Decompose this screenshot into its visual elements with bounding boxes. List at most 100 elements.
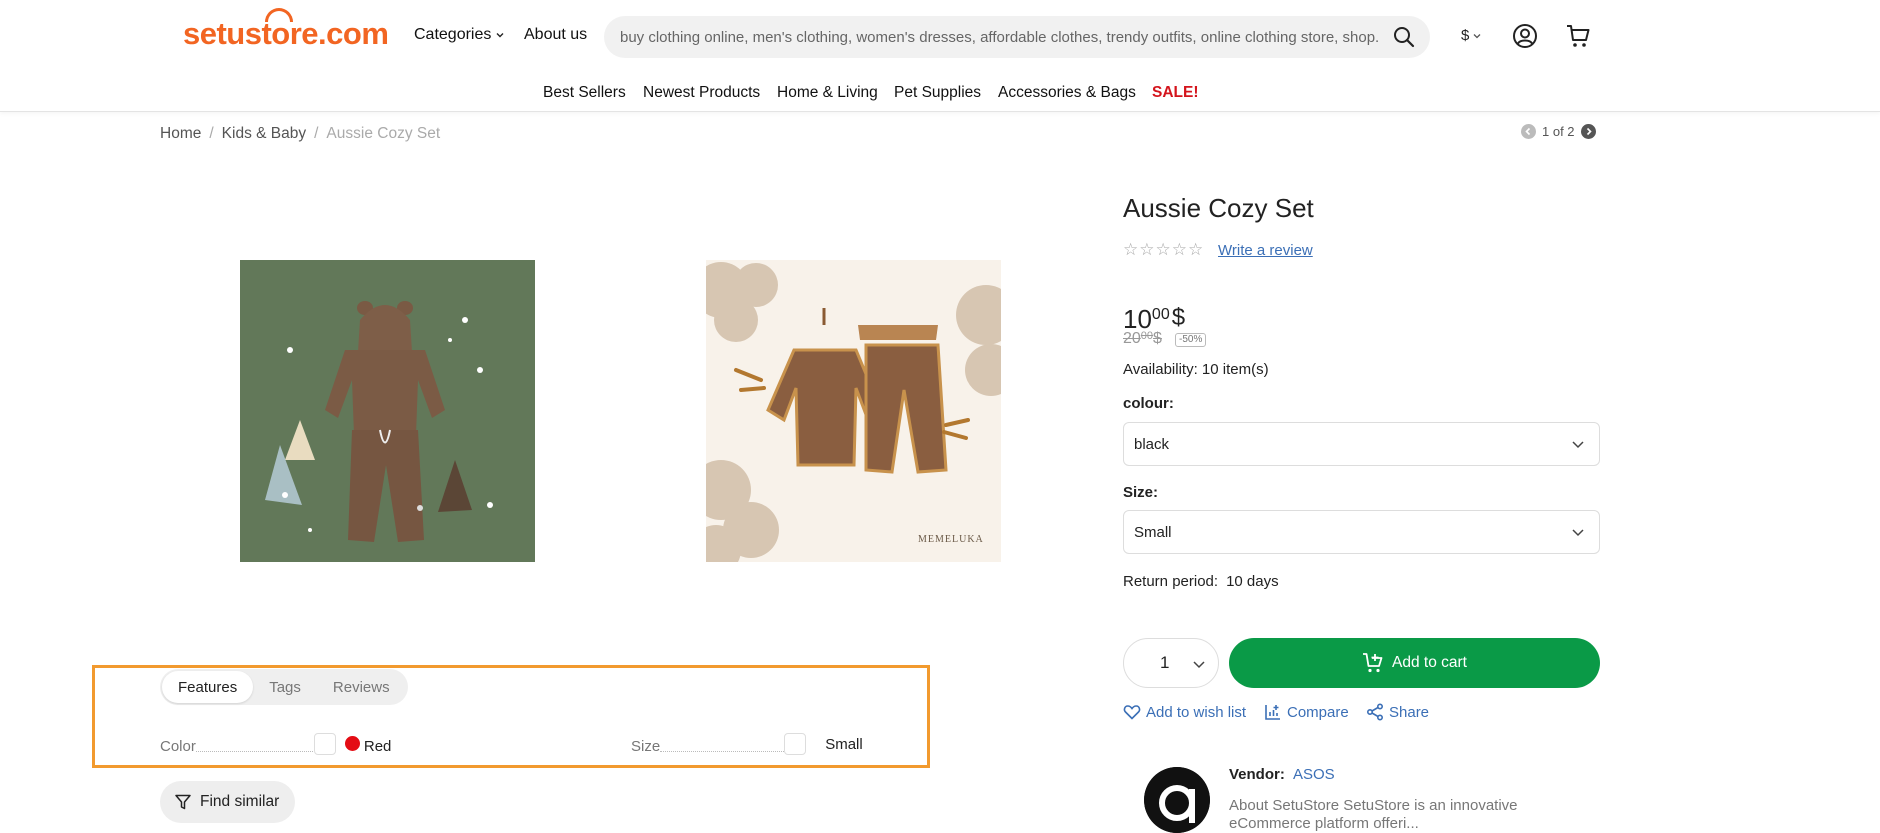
search-input[interactable] (620, 28, 1380, 46)
add-to-cart-button[interactable]: Add to cart (1229, 638, 1600, 688)
cart-icon[interactable] (1564, 22, 1592, 50)
compare-chart-icon (1265, 705, 1280, 720)
feature-color-label: Color (160, 738, 196, 755)
price-currency: $ (1171, 304, 1186, 331)
share-label: Share (1389, 703, 1430, 721)
site-logo[interactable]: setustore.com (183, 8, 389, 60)
vendor-about-line-2: eCommerce platform offeri... (1229, 815, 1419, 832)
chevron-down-icon (1473, 33, 1481, 38)
image-brand-text: MEMELUKA (918, 534, 984, 545)
logo-cart-handle-icon (265, 8, 293, 22)
feature-size-checkbox[interactable] (784, 733, 807, 755)
filter-icon (175, 794, 191, 810)
nav-best-sellers[interactable]: Best Sellers (543, 84, 626, 102)
colour-select[interactable]: black (1123, 422, 1600, 466)
categories-menu[interactable]: Categories (414, 26, 505, 44)
categories-label: Categories (414, 26, 492, 43)
chevron-down-icon (1572, 529, 1584, 537)
tab-reviews[interactable]: Reviews (317, 671, 406, 703)
compare-label: Compare (1287, 703, 1349, 721)
about-us-label: About us (524, 26, 588, 43)
share-link[interactable]: Share (1366, 703, 1429, 721)
rating-stars: ☆ ☆ ☆ ☆ ☆ (1123, 240, 1203, 260)
nav-pet-supplies[interactable]: Pet Supplies (894, 84, 981, 102)
product-image-1[interactable] (240, 260, 535, 562)
vendor-label: Vendor: (1229, 766, 1285, 783)
share-icon (1366, 703, 1384, 721)
write-review-link[interactable]: Write a review (1218, 242, 1313, 259)
quantity-value: 1 (1160, 653, 1170, 672)
old-price-decimal: 00 (1140, 330, 1154, 342)
feature-color-row: Color Red (160, 733, 391, 755)
star-empty-icon: ☆ (1155, 240, 1171, 259)
size-select[interactable]: Small (1123, 510, 1600, 554)
dotted-leader (660, 751, 785, 752)
size-select-value: Small (1134, 523, 1172, 541)
breadcrumb-separator: / (209, 125, 214, 142)
tab-features[interactable]: Features (162, 671, 254, 703)
currency-label: $ (1461, 27, 1470, 44)
next-product-icon[interactable] (1580, 124, 1596, 139)
product-title: Aussie Cozy Set (1123, 193, 1314, 223)
chevron-down-icon (496, 33, 504, 38)
price-decimal: 00 (1151, 306, 1170, 323)
size-label: Size: (1123, 484, 1159, 501)
feature-size-label: Size (631, 738, 661, 755)
breadcrumb-category[interactable]: Kids & Baby (222, 125, 306, 143)
colour-select-value: black (1134, 435, 1170, 453)
currency-selector[interactable]: $ (1461, 27, 1482, 44)
nav-home-living[interactable]: Home & Living (777, 84, 878, 102)
chevron-down-icon (1572, 441, 1584, 449)
product-tabs: Features Tags Reviews (160, 669, 408, 705)
vendor-about-line-1: About SetuStore SetuStore is an innovati… (1229, 797, 1518, 814)
breadcrumb-current: Aussie Cozy Set (326, 125, 441, 142)
star-empty-icon: ☆ (1188, 240, 1204, 259)
quantity-select[interactable]: 1 (1123, 638, 1219, 688)
search-bar (604, 16, 1430, 58)
vendor-about: About SetuStore SetuStore is an innovati… (1229, 797, 1559, 833)
cart-plus-icon (1363, 653, 1383, 673)
feature-color-value: Red (363, 738, 392, 755)
breadcrumb: Home / Kids & Baby / Aussie Cozy Set (160, 125, 440, 143)
vendor-logo[interactable] (1144, 767, 1210, 833)
find-similar-label: Find similar (200, 793, 280, 810)
site-header: setustore.com Categories About us $ Best… (0, 0, 1880, 112)
old-price-integer: 20 (1123, 330, 1141, 347)
return-period: Return period: 10 days (1123, 573, 1279, 590)
star-empty-icon: ☆ (1139, 240, 1155, 259)
feature-size-value: Small (825, 736, 863, 753)
return-period-value: 10 days (1226, 573, 1279, 590)
product-image-2[interactable]: MEMELUKA (706, 260, 1001, 562)
prev-product-icon[interactable] (1521, 124, 1536, 139)
pager-label: 1 of 2 (1542, 124, 1575, 139)
tab-tags[interactable]: Tags (253, 671, 317, 703)
product-pager: 1 of 2 (1521, 124, 1596, 139)
old-price-currency: $ (1153, 330, 1162, 347)
nav-accessories-bags[interactable]: Accessories & Bags (998, 84, 1136, 102)
return-period-label: Return period: (1123, 573, 1219, 590)
add-to-cart-label: Add to cart (1392, 654, 1467, 671)
breadcrumb-home[interactable]: Home (160, 125, 201, 143)
vendor-name-link[interactable]: ASOS (1293, 766, 1335, 783)
add-to-wishlist-label: Add to wish list (1146, 703, 1247, 721)
star-empty-icon: ☆ (1123, 240, 1139, 259)
discount-badge: -50% (1175, 333, 1207, 347)
old-price: 20 00 $ (1123, 330, 1162, 348)
feature-size-row: Size Small (631, 733, 863, 755)
star-empty-icon: ☆ (1171, 240, 1187, 259)
find-similar-button[interactable]: Find similar (160, 781, 296, 823)
heart-icon (1123, 705, 1141, 720)
nav-newest-products[interactable]: Newest Products (643, 84, 760, 102)
colour-label: colour: (1123, 395, 1174, 412)
availability-text: Availability: 10 item(s) (1123, 361, 1269, 378)
account-icon[interactable] (1511, 22, 1539, 50)
about-us-link[interactable]: About us (524, 26, 587, 44)
search-icon[interactable] (1392, 25, 1416, 49)
breadcrumb-separator: / (314, 125, 319, 142)
add-to-wishlist-link[interactable]: Add to wish list (1123, 703, 1246, 721)
compare-link[interactable]: Compare (1264, 703, 1349, 721)
color-swatch-red (344, 736, 360, 751)
dotted-leader (195, 751, 313, 752)
feature-color-checkbox[interactable] (313, 733, 336, 755)
nav-sale[interactable]: SALE! (1152, 84, 1199, 102)
